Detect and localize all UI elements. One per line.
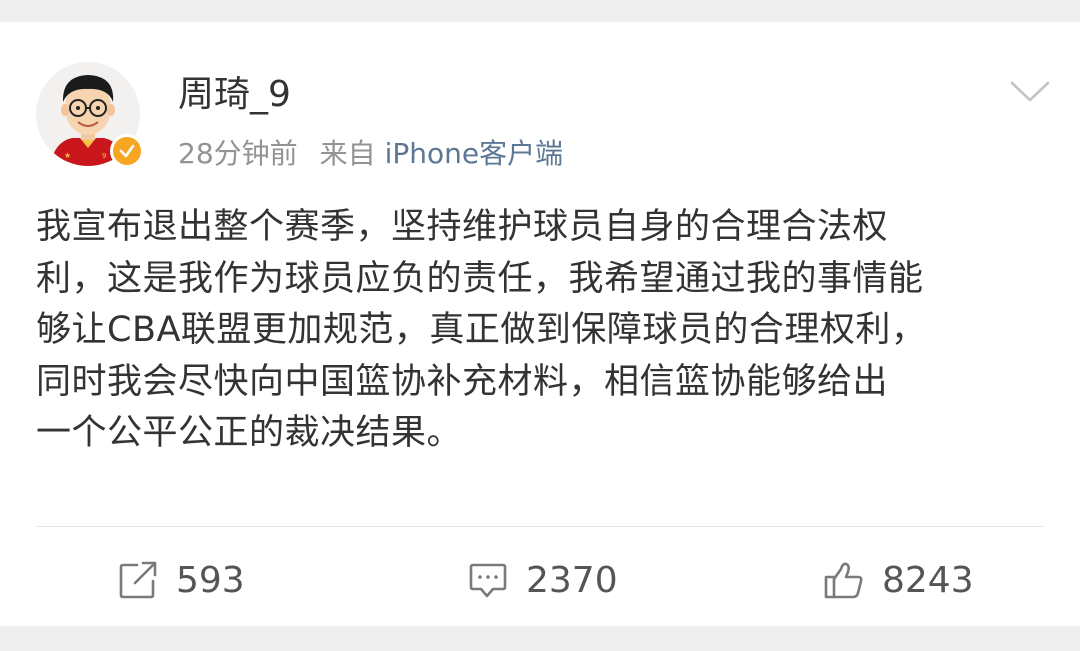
- like-count: 8243: [882, 559, 974, 601]
- comment-button[interactable]: 2370: [466, 552, 618, 608]
- repost-button[interactable]: 593: [116, 552, 245, 608]
- like-button[interactable]: 8243: [822, 552, 974, 608]
- svg-text:9: 9: [102, 152, 106, 160]
- chevron-down-icon[interactable]: [1010, 80, 1050, 104]
- post-content-line: 同时我会尽快向中国篮协补充材料，相信篮协能够给出: [36, 361, 889, 402]
- post-content-line: 够让CBA联盟更加规范，真正做到保障球员的合理权利，: [36, 310, 927, 350]
- comment-icon: [466, 558, 510, 602]
- post-content-line: 我宣布退出整个赛季，坚持维护球员自身的合理合法权: [36, 207, 889, 247]
- post-source-link[interactable]: iPhone客户端: [385, 137, 564, 170]
- author-avatar[interactable]: ★ 9: [36, 62, 144, 170]
- author-name[interactable]: 周琦_9: [178, 74, 291, 116]
- svg-text:★: ★: [64, 151, 71, 160]
- weibo-post-card: ★ 9 周琦_9 28分钟前 来自 iPhone客户端 我宣布退出整个赛季，坚持…: [0, 22, 1080, 626]
- divider: [36, 526, 1044, 527]
- post-time: 28分钟前: [178, 137, 298, 170]
- verified-badge-icon: [110, 134, 144, 168]
- post-content-line: 利，这是我作为球员应负的责任，我希望通过我的事情能: [36, 258, 924, 299]
- repost-count: 593: [176, 559, 245, 601]
- thumbs-up-icon: [822, 558, 866, 602]
- post-meta: 28分钟前 来自 iPhone客户端: [178, 136, 563, 172]
- action-bar: 593 2370 8243: [0, 552, 1080, 608]
- repost-icon: [116, 558, 160, 602]
- post-content: 我宣布退出整个赛季，坚持维护球员自身的合理合法权 利，这是我作为球员应负的责任，…: [36, 202, 1046, 460]
- post-content-line: 一个公平公正的裁决结果。: [36, 413, 463, 453]
- comment-count: 2370: [526, 559, 618, 601]
- source-prefix: 来自: [319, 137, 376, 170]
